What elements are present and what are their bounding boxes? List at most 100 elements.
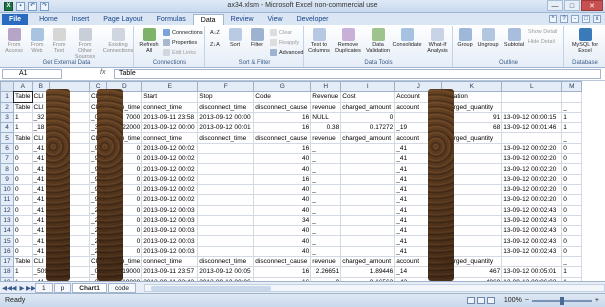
- cell[interactable]: 0: [561, 163, 583, 175]
- row-header[interactable]: 15: [0, 235, 14, 247]
- tab-review[interactable]: Review: [224, 14, 261, 25]
- formula-input[interactable]: Table: [114, 69, 601, 79]
- cell[interactable]: 16: [253, 111, 312, 124]
- row-header[interactable]: 7: [0, 153, 14, 165]
- zoom-out-button[interactable]: −: [525, 297, 529, 304]
- cell[interactable]: _: [310, 245, 342, 258]
- window-restore-icon[interactable]: □: [582, 15, 590, 23]
- cell[interactable]: 1.89446: [340, 266, 396, 278]
- cell[interactable]: revenue: [310, 256, 342, 268]
- row-header[interactable]: 5: [0, 132, 14, 144]
- cell[interactable]: disconnect_cause: [253, 132, 312, 144]
- cell[interactable]: 0: [13, 142, 33, 155]
- cell[interactable]: [340, 194, 396, 206]
- cell[interactable]: NULL: [310, 111, 342, 124]
- cell[interactable]: 2013-09-12 00:03: [141, 245, 199, 258]
- cell[interactable]: 40: [253, 235, 312, 247]
- cell[interactable]: 2013-09-12 00:02: [141, 163, 199, 175]
- tab-view[interactable]: View: [261, 14, 290, 25]
- cell[interactable]: 1: [561, 122, 583, 134]
- column-header[interactable]: M: [561, 81, 583, 93]
- column-header[interactable]: H: [310, 81, 342, 93]
- cell[interactable]: 40: [253, 153, 312, 165]
- cell[interactable]: 13-09-12 00:02:43: [501, 245, 563, 258]
- cell[interactable]: connect_time: [141, 256, 199, 268]
- cell[interactable]: 2013-09-12 00:02: [141, 142, 199, 155]
- sheet-tab-chart1[interactable]: Chart1: [72, 282, 107, 293]
- window-minimize-icon[interactable]: -: [571, 15, 579, 23]
- cell[interactable]: [197, 214, 255, 227]
- page-layout-view-icon[interactable]: [477, 297, 485, 304]
- cell[interactable]: 40: [253, 183, 312, 196]
- cell[interactable]: [197, 225, 255, 237]
- cell[interactable]: [197, 235, 255, 247]
- cell[interactable]: _: [561, 132, 583, 144]
- cell[interactable]: [197, 204, 255, 216]
- minimize-ribbon-icon[interactable]: ^: [549, 15, 557, 23]
- cell[interactable]: [561, 91, 583, 103]
- cell[interactable]: connect_time: [141, 132, 199, 144]
- cell[interactable]: 2013-09-12 00:02: [141, 183, 199, 196]
- column-header[interactable]: A: [13, 81, 33, 93]
- refresh-all-button[interactable]: Refresh All: [138, 28, 160, 54]
- tab-home[interactable]: Home: [32, 14, 65, 25]
- cell[interactable]: [501, 132, 563, 144]
- maximize-button[interactable]: □: [564, 0, 580, 11]
- name-box[interactable]: A1: [2, 69, 62, 79]
- row-header[interactable]: 11: [0, 194, 14, 206]
- cell[interactable]: _: [310, 225, 342, 237]
- show-detail-button[interactable]: Show Detail: [528, 29, 557, 35]
- from-web-button[interactable]: From Web: [27, 28, 47, 54]
- cell[interactable]: _: [310, 142, 342, 155]
- zoom-in-button[interactable]: +: [595, 297, 599, 304]
- next-sheet-button[interactable]: ▶: [18, 284, 26, 292]
- cell[interactable]: _: [561, 101, 583, 113]
- clear-button[interactable]: Clear: [270, 29, 292, 36]
- window-close-icon[interactable]: x: [593, 15, 601, 23]
- cell[interactable]: disconnect_time: [197, 132, 255, 144]
- cell[interactable]: [340, 142, 396, 155]
- cell[interactable]: 0: [561, 225, 583, 237]
- cell[interactable]: Revenue: [310, 91, 342, 103]
- text-to-columns-button[interactable]: Text to Columns: [307, 28, 331, 54]
- cell[interactable]: 2013-09-11 23:58: [141, 111, 199, 124]
- row-header[interactable]: 16: [0, 245, 14, 258]
- cell[interactable]: 2013-09-12 00:02: [141, 194, 199, 206]
- from-text-button[interactable]: From Text: [49, 28, 69, 54]
- cell[interactable]: 2013-09-12 00:03: [141, 204, 199, 216]
- subtotal-button[interactable]: Subtotal: [502, 28, 526, 48]
- normal-view-icon[interactable]: [467, 297, 475, 304]
- sort-a-z-button[interactable]: A↓Z: [210, 30, 220, 36]
- cell[interactable]: _: [310, 194, 342, 206]
- cell[interactable]: 0: [13, 183, 33, 196]
- cell[interactable]: 0: [13, 153, 33, 165]
- cell[interactable]: 13-09-12 00:02:20: [501, 173, 563, 185]
- zoom-slider[interactable]: [531, 296, 592, 305]
- close-button[interactable]: ✕: [581, 0, 603, 11]
- cell[interactable]: Stop: [197, 91, 255, 103]
- cell[interactable]: 1: [13, 266, 33, 278]
- sheet-tab-code[interactable]: code: [107, 282, 136, 293]
- column-header[interactable]: E: [141, 81, 199, 93]
- mysql-for-excel-button[interactable]: MySQL for Excel: [569, 28, 601, 54]
- row-header[interactable]: 9: [0, 173, 14, 185]
- remove-duplicates-button[interactable]: Remove Duplicates: [335, 28, 361, 54]
- cell[interactable]: 16: [253, 266, 312, 278]
- column-header[interactable]: I: [340, 81, 396, 93]
- tab-file[interactable]: File: [2, 14, 29, 25]
- worksheet-grid[interactable]: A B B C D E F G H I J K L M 1TableCLICLD…: [0, 81, 605, 281]
- cell[interactable]: 40: [253, 225, 312, 237]
- tab-page-layout[interactable]: Page Layout: [96, 14, 149, 25]
- cell[interactable]: 0: [561, 194, 583, 206]
- cell[interactable]: 0.17272: [340, 122, 396, 134]
- last-sheet-button[interactable]: ▶▶: [26, 284, 36, 292]
- tab-insert[interactable]: Insert: [65, 14, 97, 25]
- cell[interactable]: 13-09-12 00:02:43: [501, 204, 563, 216]
- group-button[interactable]: Group: [456, 28, 474, 48]
- cell[interactable]: _: [310, 204, 342, 216]
- minimize-button[interactable]: —: [547, 0, 563, 11]
- row-header[interactable]: 18: [0, 266, 14, 278]
- cell[interactable]: revenue: [310, 101, 342, 113]
- filter-button[interactable]: Filter: [248, 28, 266, 48]
- page-break-view-icon[interactable]: [487, 297, 495, 304]
